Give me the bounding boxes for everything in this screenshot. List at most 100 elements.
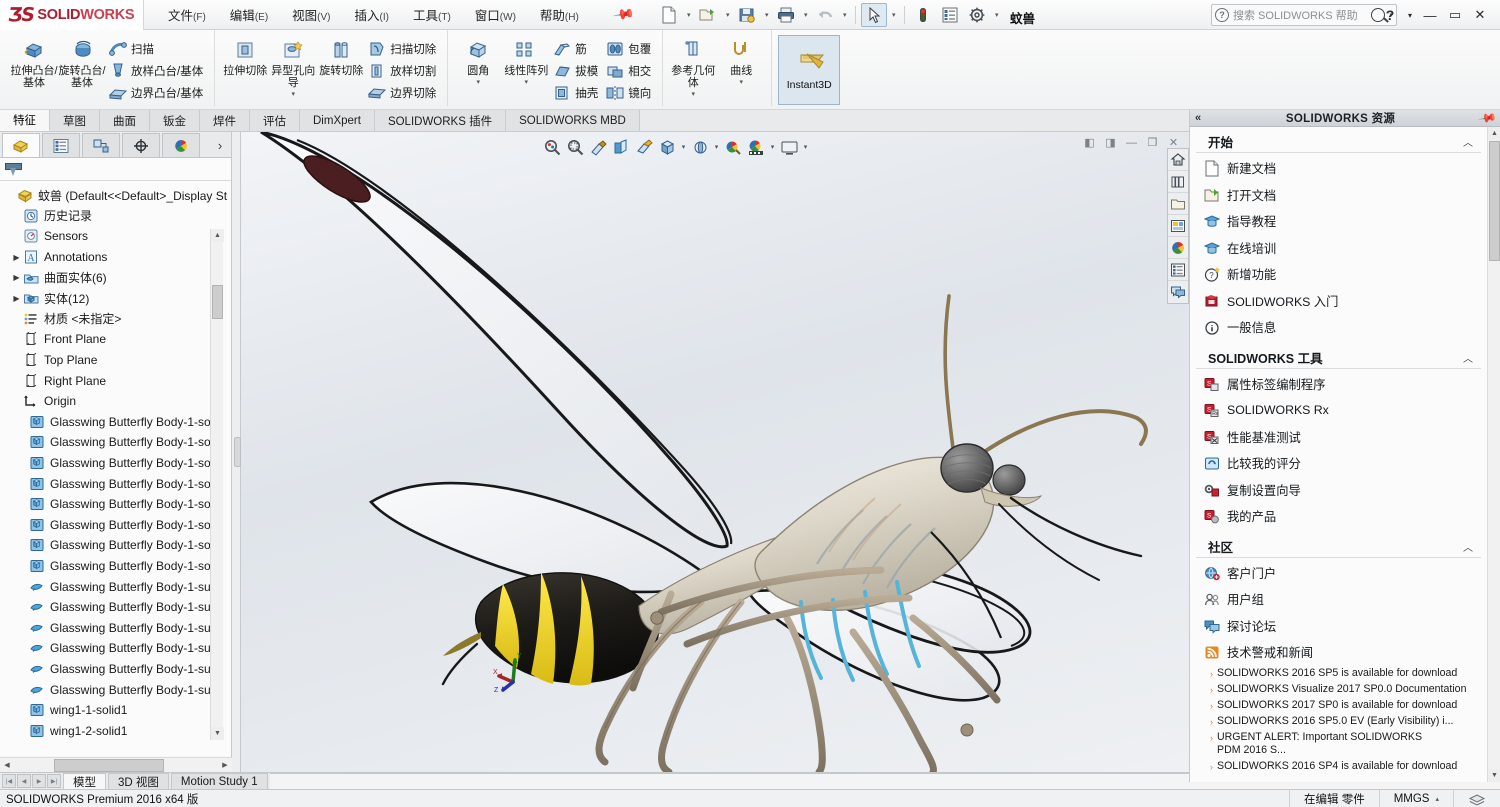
- tp-item-customer-portal[interactable]: 客户门户: [1190, 560, 1487, 587]
- file-properties-icon[interactable]: [937, 3, 963, 27]
- tp-item-solidworks-rx[interactable]: S Rx SOLIDWORKS Rx: [1190, 397, 1487, 424]
- curves-button[interactable]: 曲线 ▾: [717, 33, 765, 86]
- menu-tools[interactable]: 工具(T): [411, 2, 453, 27]
- restore-left-button[interactable]: ◧: [1080, 134, 1099, 151]
- menu-help[interactable]: 帮助(H): [538, 2, 581, 27]
- scroll-thumb-horizontal[interactable]: [54, 758, 164, 772]
- scroll-down-icon[interactable]: ▼: [1488, 769, 1500, 782]
- solidworks-resources-icon[interactable]: [1168, 149, 1188, 171]
- lofted-boss-button[interactable]: 放样凸台/基体: [106, 60, 208, 82]
- view-settings-icon[interactable]: [778, 136, 800, 158]
- tp-item-online-training[interactable]: 在线培训: [1190, 235, 1487, 262]
- undo-icon[interactable]: [812, 3, 838, 27]
- fillet-caret-icon[interactable]: ▾: [476, 78, 480, 86]
- scroll-track[interactable]: [14, 758, 218, 772]
- section-view-icon[interactable]: [610, 136, 632, 158]
- tree-item-body[interactable]: Glasswing Butterfly Body-1-soli: [2, 556, 231, 577]
- section-header-tools[interactable]: SOLIDWORKS 工具 ︿: [1196, 347, 1481, 369]
- undo-caret-icon[interactable]: ▾: [839, 3, 850, 27]
- linear-pattern-button[interactable]: 线性阵列 ▾: [502, 33, 550, 86]
- tree-item-body[interactable]: Glasswing Butterfly Body-1-soli: [2, 432, 231, 453]
- graphics-viewport[interactable]: ◧ ◨ — ❐ ✕ ▾ ▾ ▾ ▾ Y X Z: [241, 132, 1189, 772]
- tab-solidworks-addins[interactable]: SOLIDWORKS 插件: [374, 110, 507, 131]
- tree-item-history[interactable]: 历史记录: [2, 206, 231, 227]
- tab-dimxpert[interactable]: DimXpert: [300, 110, 375, 131]
- extruded-boss-button[interactable]: 拉伸凸台/基体: [10, 33, 58, 89]
- instant3d-button[interactable]: Instant3D: [778, 35, 841, 105]
- view-settings-caret-icon[interactable]: ▾: [801, 136, 810, 158]
- tp-item-copy-settings-wizard[interactable]: 复制设置向导: [1190, 477, 1487, 504]
- task-pane-scrollbar[interactable]: ▲ ▼: [1487, 127, 1500, 782]
- tab-sheet-metal[interactable]: 钣金: [150, 110, 200, 131]
- scroll-right-icon[interactable]: ▶: [218, 758, 232, 772]
- options-caret-icon[interactable]: ▾: [991, 3, 1002, 27]
- tree-item-surface[interactable]: Glasswing Butterfly Body-1-surf: [2, 617, 231, 638]
- view-palette-icon[interactable]: [1168, 215, 1188, 237]
- reference-geometry-caret-icon[interactable]: ▾: [691, 90, 695, 98]
- tree-item-surface[interactable]: Glasswing Butterfly Body-1-surf: [2, 597, 231, 618]
- scroll-thumb[interactable]: [212, 285, 223, 319]
- chevron-up-icon[interactable]: ︿: [1463, 350, 1473, 365]
- tree-item-surface[interactable]: Glasswing Butterfly Body-1-surf: [2, 576, 231, 597]
- print-icon[interactable]: [773, 3, 799, 27]
- configuration-manager-tab[interactable]: [82, 133, 120, 157]
- tp-item-getting-started[interactable]: SOLIDWORKS 入门: [1190, 288, 1487, 315]
- boundary-boss-button[interactable]: 边界凸台/基体: [106, 82, 208, 104]
- news-item[interactable]: › URGENT ALERT: Important SOLIDWORKS PDM …: [1190, 730, 1487, 759]
- linear-pattern-caret-icon[interactable]: ▾: [524, 78, 528, 86]
- revolved-boss-button[interactable]: 旋转凸台/基体: [58, 33, 106, 89]
- close-button[interactable]: ✕: [1468, 3, 1492, 27]
- units-caret-icon[interactable]: ▴: [1435, 795, 1439, 803]
- display-style-icon[interactable]: [689, 136, 711, 158]
- scroll-down-icon[interactable]: ▼: [211, 727, 224, 740]
- hole-wizard-button[interactable]: 异型孔向导 ▾: [269, 33, 317, 98]
- display-manager-tab[interactable]: [162, 133, 200, 157]
- scroll-up-icon[interactable]: ▲: [211, 229, 224, 242]
- tab-next-icon[interactable]: ▶: [32, 774, 46, 788]
- feature-tree-filter[interactable]: [0, 158, 231, 181]
- sweep-button[interactable]: 扫描: [106, 38, 208, 60]
- zoom-to-area-icon[interactable]: [564, 136, 586, 158]
- tab-first-icon[interactable]: |◀: [2, 774, 16, 788]
- pin-icon[interactable]: 📌: [1477, 108, 1497, 128]
- filter-input[interactable]: [25, 160, 231, 178]
- select-cursor-icon[interactable]: [861, 2, 888, 27]
- tab-features[interactable]: 特征: [0, 110, 50, 131]
- mosquito-3d-model[interactable]: [241, 132, 1181, 772]
- menu-insert[interactable]: 插入(I): [353, 2, 391, 27]
- tree-item-body[interactable]: Glasswing Butterfly Body-1-soli: [2, 535, 231, 556]
- rib-button[interactable]: 筋: [550, 38, 603, 60]
- tree-item-wing1-2[interactable]: wing1-2-solid1: [2, 720, 231, 741]
- revolved-cut-button[interactable]: 旋转切除: [317, 33, 365, 77]
- edit-appearance-icon[interactable]: [722, 136, 744, 158]
- new-document-icon[interactable]: [656, 3, 682, 27]
- property-manager-tab[interactable]: [42, 133, 80, 157]
- help-search-box[interactable]: ? 搜索 SOLIDWORKS 帮助 ▾: [1211, 4, 1397, 26]
- bottom-tab-model[interactable]: 模型: [63, 773, 106, 789]
- tree-item-surface[interactable]: Glasswing Butterfly Body-1-surf: [2, 638, 231, 659]
- hole-wizard-caret-icon[interactable]: ▾: [291, 90, 295, 98]
- tab-sketch[interactable]: 草图: [50, 110, 100, 131]
- chevron-up-icon[interactable]: ︿: [1463, 539, 1473, 554]
- tree-item-surface[interactable]: Glasswing Butterfly Body-1-surf: [2, 659, 231, 680]
- appearances-scenes-icon[interactable]: [1168, 237, 1188, 259]
- tp-item-tutorials[interactable]: 指导教程: [1190, 208, 1487, 235]
- bottom-tab-motion-study[interactable]: Motion Study 1: [170, 773, 268, 789]
- status-overlay[interactable]: [1453, 789, 1500, 807]
- help-search-input[interactable]: 搜索 SOLIDWORKS 帮助: [1233, 7, 1367, 23]
- boundary-cut-button[interactable]: 边界切除: [365, 82, 441, 104]
- tree-item-body[interactable]: Glasswing Butterfly Body-1-soli: [2, 494, 231, 515]
- restore-right-button[interactable]: ◨: [1101, 134, 1120, 151]
- tree-item-body[interactable]: Glasswing Butterfly Body-1-soli: [2, 473, 231, 494]
- fillet-button[interactable]: 圆角 ▾: [454, 33, 502, 86]
- tab-weldments[interactable]: 焊件: [200, 110, 250, 131]
- save-icon[interactable]: [734, 3, 760, 27]
- news-item[interactable]: › SOLIDWORKS 2016 SP4 is available for do…: [1190, 759, 1487, 775]
- tp-item-compare-my-score[interactable]: 比较我的评分: [1190, 450, 1487, 477]
- tree-item-wing1-1[interactable]: wing1-1-solid1: [2, 700, 231, 721]
- tree-item-body[interactable]: Glasswing Butterfly Body-1-soli: [2, 412, 231, 433]
- tp-item-my-products[interactable]: S 我的产品: [1190, 503, 1487, 530]
- news-item[interactable]: › SOLIDWORKS 2016 SP5 is available for do…: [1190, 666, 1487, 682]
- document-close-button[interactable]: ✕: [1164, 134, 1183, 151]
- tree-item-surface-bodies[interactable]: ▶ 曲面实体(6): [2, 267, 231, 288]
